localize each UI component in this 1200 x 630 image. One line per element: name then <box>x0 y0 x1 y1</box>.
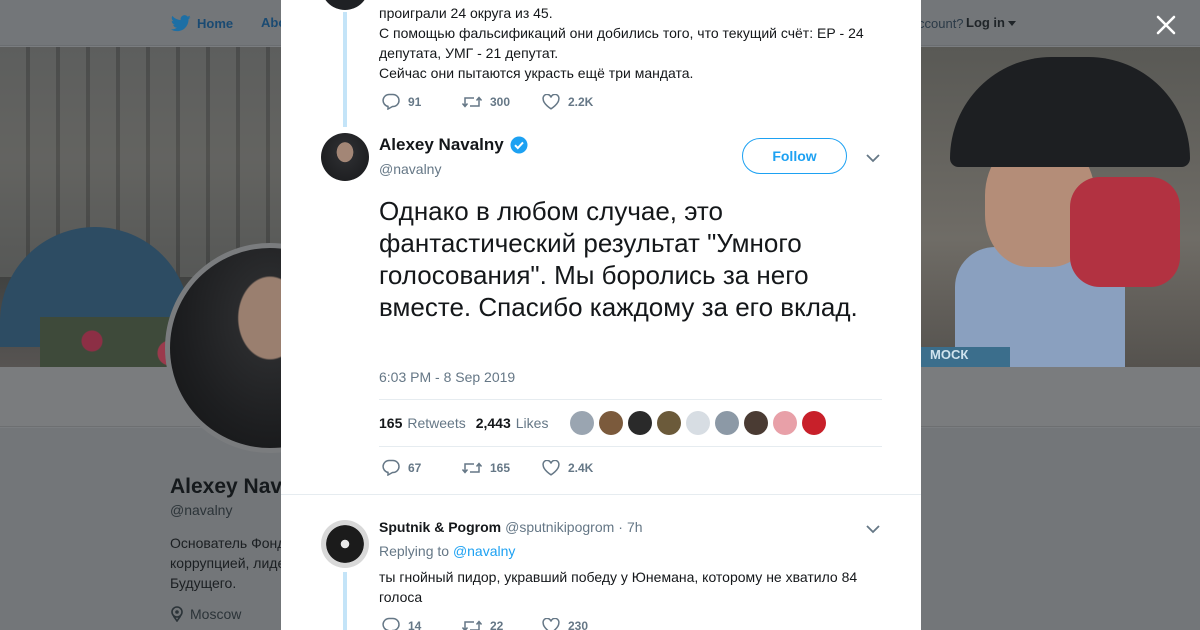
reply-action[interactable]: 91 <box>382 93 462 110</box>
reply-author-name[interactable]: Sputnik & Pogrom <box>379 519 501 535</box>
previous-tweet-line: депутата, УМГ - 21 депутат. <box>379 45 559 61</box>
author-handle[interactable]: @navalny <box>379 161 441 177</box>
caret-down-icon <box>1008 21 1016 27</box>
previous-tweet-line: С помощью фальсификаций они добились тог… <box>379 25 864 41</box>
replying-to-label: Replying to <box>379 543 450 559</box>
close-icon[interactable] <box>1153 12 1179 38</box>
tweet-permalink-modal: проиграли 24 округа из 45. С помощью фал… <box>281 0 921 630</box>
reply-tweet: Sputnik & Pogrom @sputnikipogrom · 7h Re… <box>281 500 921 630</box>
login-button[interactable]: Log in <box>966 15 1016 30</box>
reply-actions: 14 22 230 <box>382 617 622 630</box>
thread-line <box>343 12 347 127</box>
likers-avatars <box>570 411 827 435</box>
reply-action[interactable]: 67 <box>382 459 462 476</box>
reply-time[interactable]: 7h <box>627 519 643 535</box>
liker-avatar[interactable] <box>657 411 682 435</box>
nav-home-label: Home <box>197 16 234 31</box>
likes-stat-count: 2,443 <box>475 415 511 431</box>
nav-home[interactable]: Home <box>171 15 233 32</box>
reply-icon <box>382 93 400 110</box>
tweet-stats: 165 Retweets 2,443 Likes <box>379 399 882 447</box>
follow-button[interactable]: Follow <box>742 138 847 174</box>
chevron-down-icon[interactable] <box>865 151 881 163</box>
replying-to-handle-link[interactable]: @navalny <box>453 543 515 559</box>
previous-tweet-line: проиграли 24 округа из 45. <box>379 5 553 21</box>
like-action[interactable]: 2.2K <box>542 93 622 110</box>
retweet-action[interactable]: 165 <box>462 461 542 475</box>
heart-icon <box>542 459 560 476</box>
heart-icon <box>542 617 560 630</box>
like-count: 230 <box>568 618 589 630</box>
profile-bio: Основатель Фонд коррупцией, лиде Будущег… <box>170 535 286 591</box>
like-count: 2.2K <box>568 94 594 109</box>
retweet-count: 22 <box>490 618 504 630</box>
retweet-icon <box>462 95 482 108</box>
author-name[interactable]: Alexey Navalny <box>379 135 528 155</box>
retweets-stat-label: Retweets <box>407 415 466 431</box>
verified-badge-icon <box>510 136 528 154</box>
liker-avatar[interactable] <box>715 411 740 435</box>
author-avatar[interactable] <box>321 133 369 181</box>
heart-icon <box>542 93 560 110</box>
retweet-count: 165 <box>490 460 511 475</box>
reply-author-avatar[interactable] <box>321 520 369 568</box>
likes-stat[interactable]: 2,443 Likes <box>476 415 549 431</box>
like-action[interactable]: 230 <box>542 617 622 630</box>
likes-stat-label: Likes <box>515 415 549 431</box>
liker-avatar[interactable] <box>628 411 653 435</box>
liker-avatar[interactable] <box>802 411 827 435</box>
liker-avatar[interactable] <box>599 411 624 435</box>
like-count: 2.4K <box>568 460 594 475</box>
reply-text: ты гнойный пидор, укравший победу у Юнем… <box>379 569 858 605</box>
reply-count: 14 <box>408 618 422 630</box>
previous-tweet-line: Сейчас они пытаются украсть ещё три манд… <box>379 65 694 81</box>
retweets-stat-count: 165 <box>379 415 403 431</box>
retweet-count: 300 <box>490 94 511 109</box>
banner-sign: МОСК <box>920 347 1010 367</box>
twitter-bird-icon <box>171 15 191 32</box>
previous-tweet-text: проиграли 24 округа из 45. С помощью фал… <box>379 3 879 83</box>
previous-tweet-actions: 91 300 2.2K <box>382 93 622 110</box>
nav-account-text: ccount? <box>918 16 964 31</box>
reply-separator: · <box>618 519 623 535</box>
previous-tweet-avatar[interactable] <box>321 0 369 10</box>
profile-name: Alexey Nav <box>170 475 283 498</box>
previous-tweet: проиграли 24 округа из 45. С помощью фал… <box>281 0 921 130</box>
liker-avatar[interactable] <box>686 411 711 435</box>
reply-icon <box>382 617 400 630</box>
retweet-action[interactable]: 22 <box>462 619 542 630</box>
liker-avatar[interactable] <box>744 411 769 435</box>
profile-location: Moscow <box>170 606 241 622</box>
tweet-text: Однако в любом случае, это фантастически… <box>379 196 858 322</box>
reply-icon <box>382 459 400 476</box>
like-action[interactable]: 2.4K <box>542 459 622 476</box>
tweet-timestamp[interactable]: 6:03 PM - 8 Sep 2019 <box>379 369 515 385</box>
location-pin-icon <box>171 606 183 622</box>
profile-handle: @navalny <box>170 502 233 518</box>
reply-count: 91 <box>408 94 422 109</box>
reply-header: Sputnik & Pogrom @sputnikipogrom · 7h <box>379 519 643 535</box>
profile-location-label: Moscow <box>190 606 242 622</box>
reply-count: 67 <box>408 460 422 475</box>
replies-divider <box>281 494 921 495</box>
banner-red-bag <box>1070 177 1180 287</box>
retweet-icon <box>462 619 482 630</box>
retweet-icon <box>462 461 482 474</box>
reply-action[interactable]: 14 <box>382 617 462 630</box>
reply-thread-line <box>343 572 347 630</box>
reply-author-handle[interactable]: @sputnikipogrom <box>505 519 614 535</box>
login-label: Log in <box>966 15 1005 30</box>
liker-avatar[interactable] <box>570 411 595 435</box>
chevron-down-icon[interactable] <box>865 522 881 534</box>
retweets-stat[interactable]: 165 Retweets <box>379 415 466 431</box>
author-name-label: Alexey Navalny <box>379 135 504 154</box>
retweet-action[interactable]: 300 <box>462 95 542 109</box>
replying-to: Replying to @navalny <box>379 543 515 559</box>
liker-avatar[interactable] <box>773 411 798 435</box>
main-tweet-actions: 67 165 2.4K <box>382 459 622 476</box>
